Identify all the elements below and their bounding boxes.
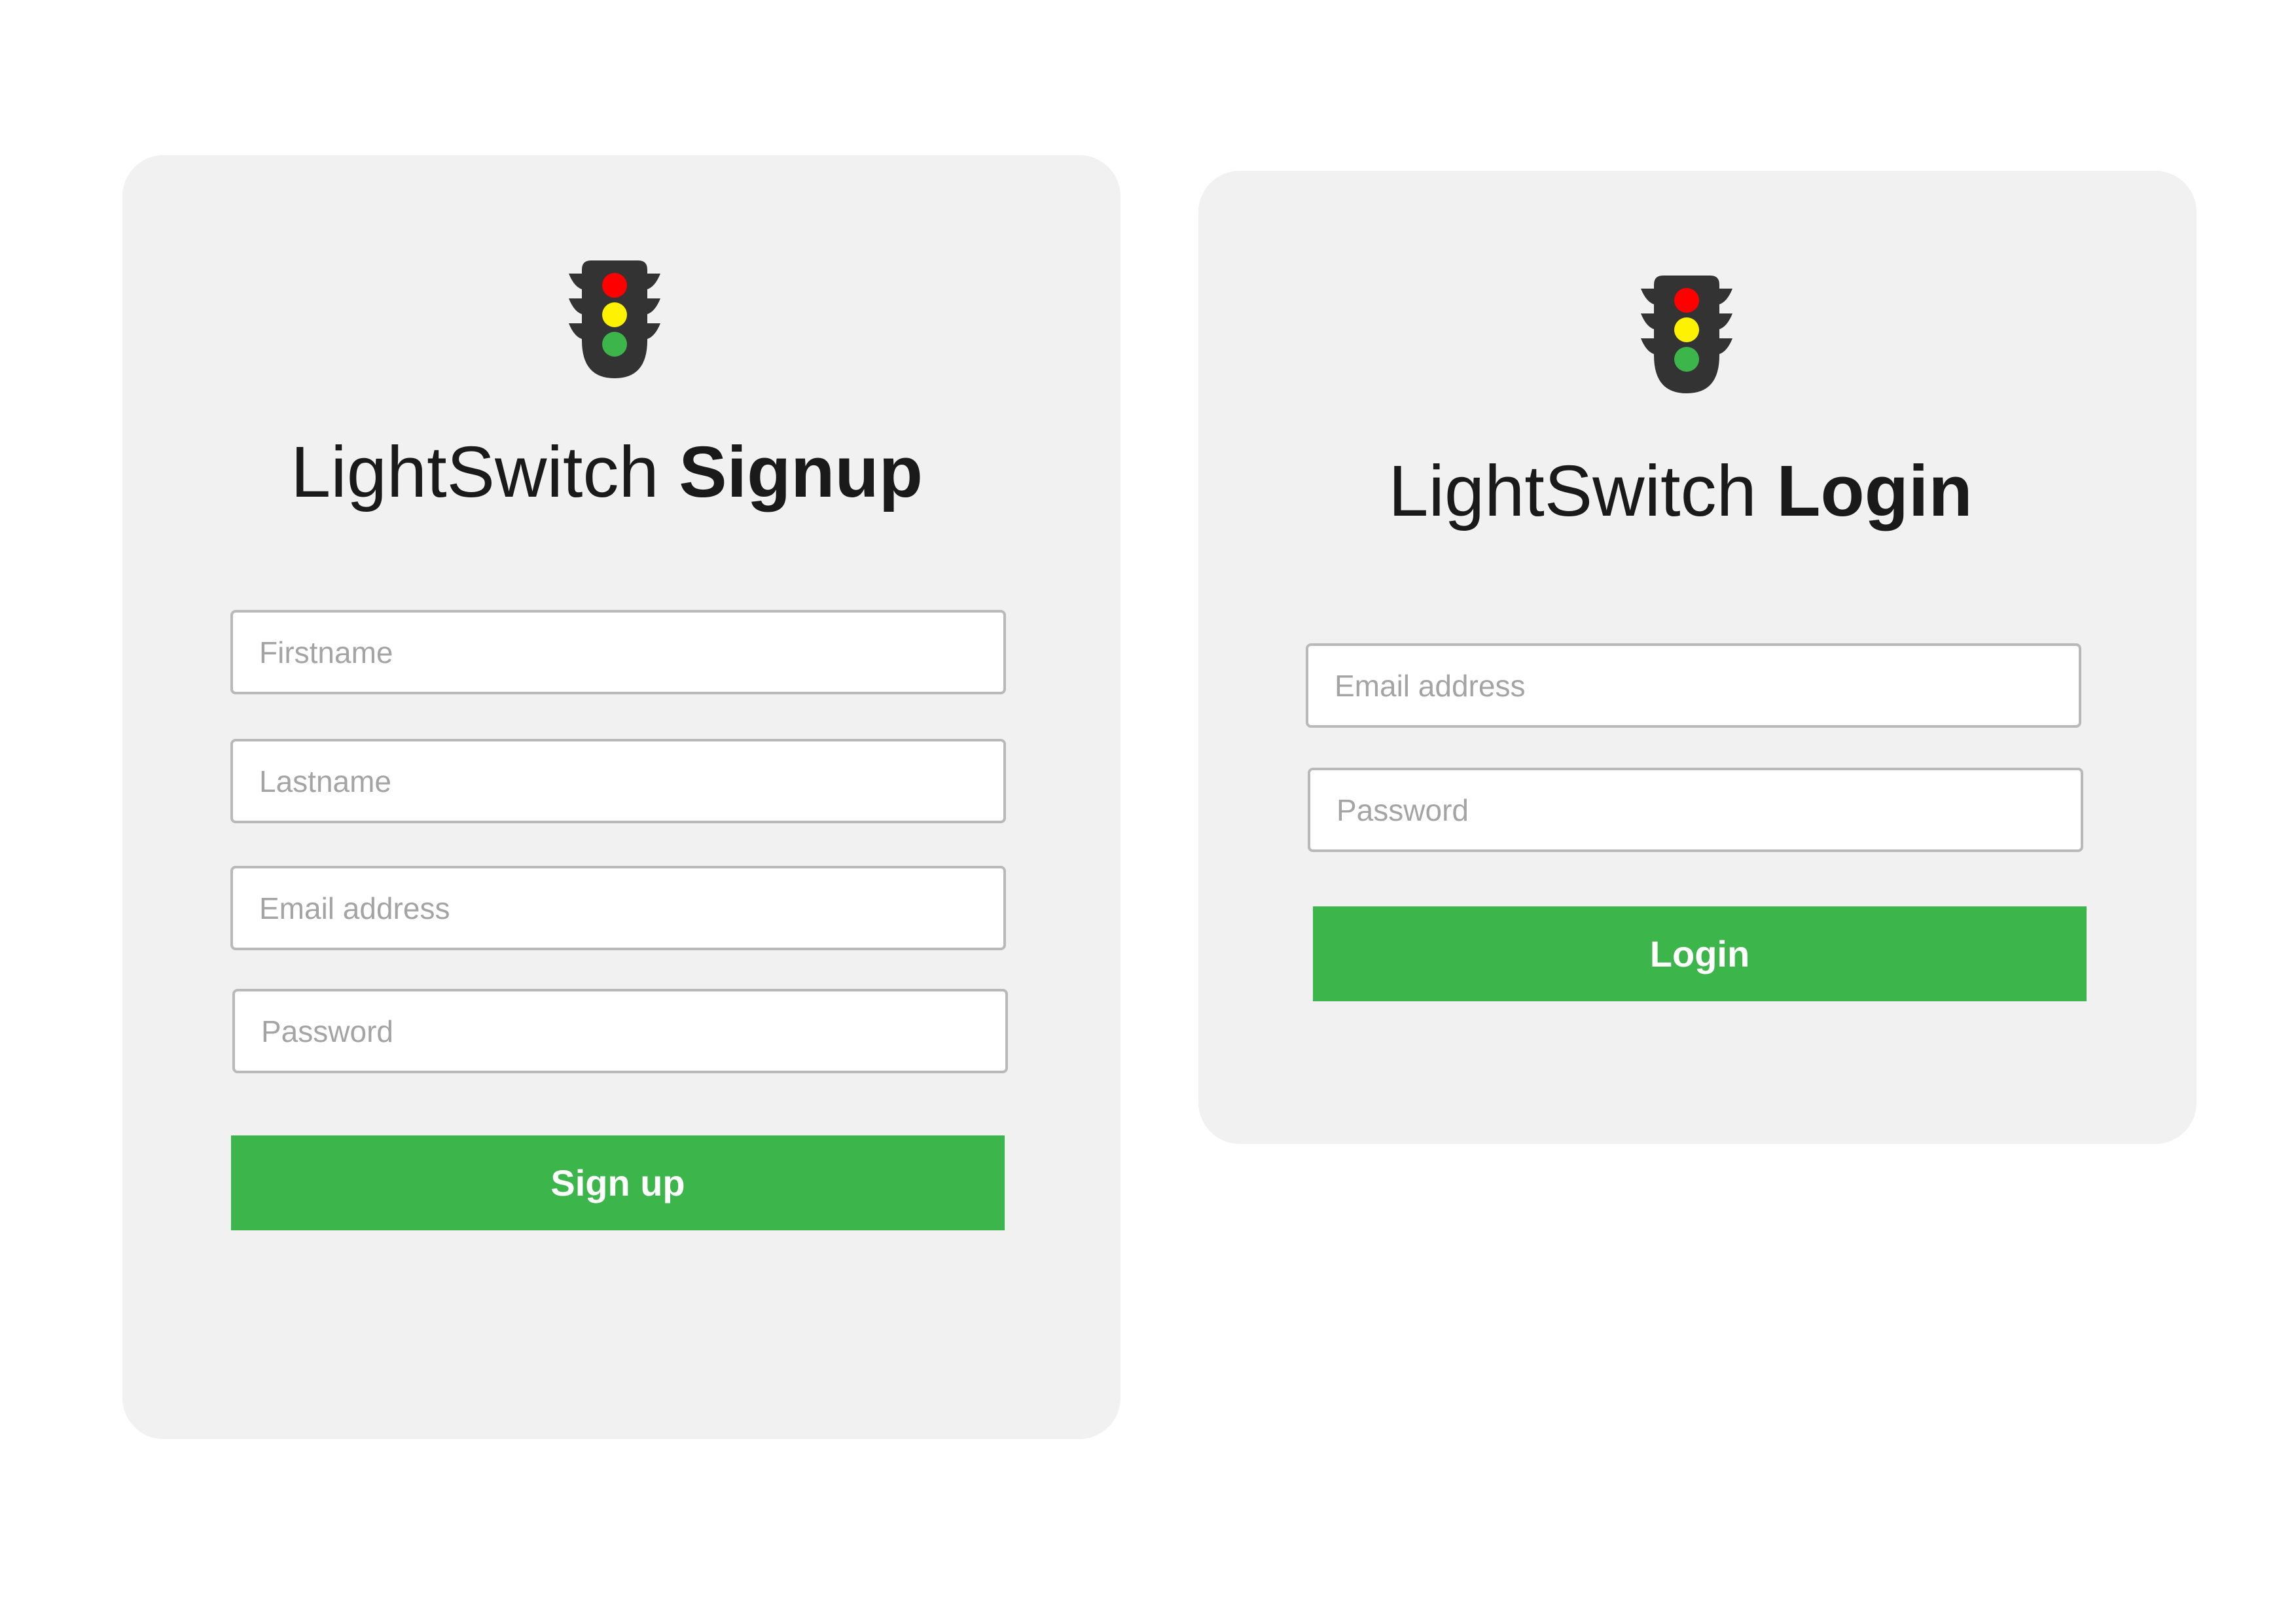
login-button[interactable]: Login <box>1313 906 2087 1001</box>
sign-up-button[interactable]: Sign up <box>231 1135 1005 1230</box>
traffic-light-icon <box>569 260 660 378</box>
title-emphasis: Login <box>1776 451 1973 531</box>
firstname-field[interactable] <box>230 610 1006 694</box>
login-title: LightSwitch Login <box>1198 455 2197 527</box>
title-brand: LightSwitch <box>291 432 679 512</box>
password-field[interactable] <box>1308 768 2083 852</box>
title-brand: LightSwitch <box>1388 451 1777 531</box>
traffic-light-icon <box>1641 276 1732 393</box>
signup-title: LightSwitch Signup <box>122 437 1121 508</box>
login-card: LightSwitch Login Login <box>1198 171 2197 1144</box>
signup-card: LightSwitch Signup Sign up <box>122 155 1121 1439</box>
password-field[interactable] <box>232 989 1008 1073</box>
lastname-field[interactable] <box>230 739 1006 823</box>
title-emphasis: Signup <box>679 432 923 512</box>
page: LightSwitch Signup Sign up LightSwitch L… <box>0 0 2296 1623</box>
email-field[interactable] <box>1306 643 2081 728</box>
email-field[interactable] <box>230 866 1006 950</box>
